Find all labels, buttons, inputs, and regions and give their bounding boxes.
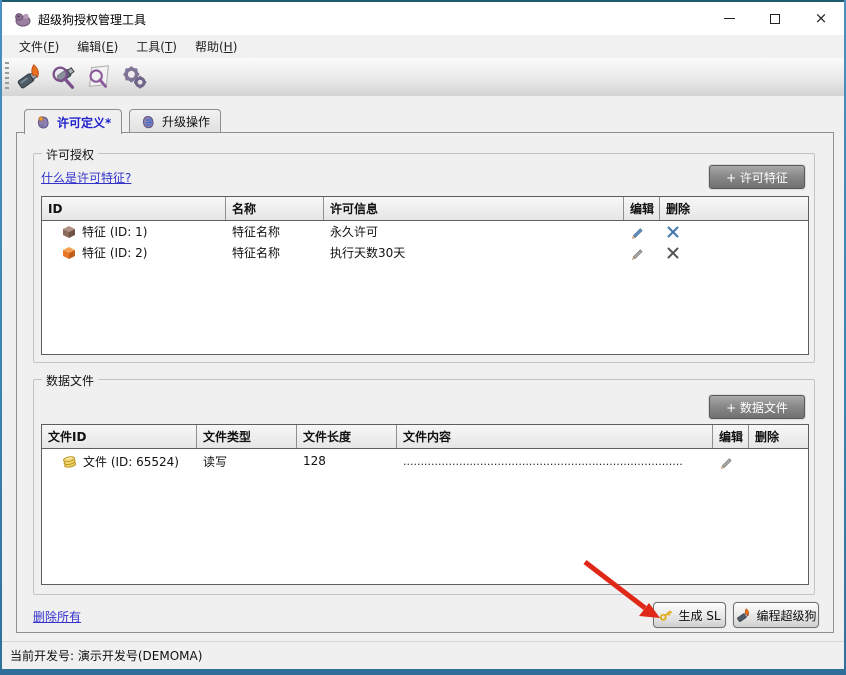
add-license-feature-button[interactable]: + 许可特征 (709, 165, 805, 189)
license-table: ID 名称 许可信息 编辑 删除 特征 (ID: 1) 特征名称 永久许可 (41, 196, 809, 355)
license-definition-panel: 许可授权 什么是许可特征? + 许可特征 ID 名称 许可信息 编辑 删除 特征 (16, 132, 834, 633)
feature-cube-orange-icon (62, 246, 76, 260)
maximize-button[interactable] (752, 2, 798, 35)
settings-gears-icon[interactable] (119, 62, 149, 92)
delete-feature-2-button[interactable] (660, 246, 808, 260)
upgrade-tab-dog-icon (140, 114, 157, 130)
feature-license-info: 执行天数30天 (324, 244, 624, 261)
data-file-table: 文件ID 文件类型 文件长度 文件内容 编辑 删除 (41, 424, 809, 585)
menu-bar: 文件(F) 编辑(E) 工具(T) 帮助(H) (2, 35, 844, 58)
add-data-file-button[interactable]: + 数据文件 (709, 395, 805, 419)
status-bar: 当前开发号: 演示开发号(DEMOMA) (2, 641, 844, 669)
feature-id: 特征 (ID: 2) (82, 244, 147, 261)
edit-data-file-button[interactable] (713, 454, 749, 469)
program-superdog-label: 编程超级狗 (756, 607, 816, 624)
feature-row-2[interactable]: 特征 (ID: 2) 特征名称 执行天数30天 (42, 242, 808, 263)
license-tab-dog-icon (35, 114, 52, 130)
delete-all-link[interactable]: 删除所有 (33, 608, 81, 625)
header-delete: 删除 (749, 425, 808, 448)
data-file-content: ........................................… (397, 455, 713, 468)
program-dog-icon[interactable] (14, 62, 44, 92)
feature-name: 特征名称 (226, 223, 324, 240)
header-edit: 编辑 (713, 425, 749, 448)
menu-tools[interactable]: 工具(T) (127, 35, 186, 58)
data-file-group-title: 数据文件 (42, 372, 98, 389)
edit-pencil-icon (630, 224, 645, 239)
toolbar-grip[interactable] (5, 62, 9, 92)
generate-sl-button[interactable]: 生成 SL (653, 602, 726, 628)
feature-cube-brown-icon (62, 225, 76, 239)
view-file-icon[interactable] (84, 62, 114, 92)
header-file-length: 文件长度 (297, 425, 397, 448)
tab-upgrade-label: 升级操作 (162, 113, 210, 130)
program-superdog-button[interactable]: 编程超级狗 (733, 602, 819, 628)
data-file-type: 读写 (197, 453, 297, 470)
minimize-icon (724, 18, 735, 19)
delete-x-icon (666, 225, 680, 239)
feature-license-info: 永久许可 (324, 223, 624, 240)
feature-row-1[interactable]: 特征 (ID: 1) 特征名称 永久许可 (42, 221, 808, 242)
license-table-header: ID 名称 许可信息 编辑 删除 (42, 197, 808, 221)
license-group-title: 许可授权 (42, 146, 98, 163)
header-delete: 删除 (660, 197, 808, 220)
window-title: 超级狗授权管理工具 (38, 11, 146, 28)
menu-edit[interactable]: 编辑(E) (68, 35, 127, 58)
edit-feature-1-button[interactable] (624, 224, 660, 239)
inspect-dog-icon[interactable] (49, 62, 79, 92)
delete-feature-1-button[interactable] (660, 225, 808, 239)
menu-help[interactable]: 帮助(H) (186, 35, 246, 58)
app-window: 超级狗授权管理工具 × 文件(F) 编辑(E) 工具(T) 帮助(H) (2, 0, 844, 667)
key-icon (658, 607, 674, 623)
current-developer-id: 当前开发号: 演示开发号(DEMOMA) (10, 647, 202, 664)
header-edit: 编辑 (624, 197, 660, 220)
generate-sl-label: 生成 SL (678, 607, 720, 624)
close-button[interactable]: × (798, 2, 844, 35)
data-file-coins-icon (62, 454, 77, 469)
header-file-type: 文件类型 (197, 425, 297, 448)
header-license-info: 许可信息 (324, 197, 624, 220)
header-name: 名称 (226, 197, 324, 220)
feature-id: 特征 (ID: 1) (82, 223, 147, 240)
tab-license-label: 许可定义* (57, 114, 111, 131)
header-id: ID (42, 197, 226, 220)
minimize-button[interactable] (706, 2, 752, 35)
delete-x-icon (666, 246, 680, 260)
maximize-icon (770, 14, 780, 24)
data-file-table-header: 文件ID 文件类型 文件长度 文件内容 编辑 删除 (42, 425, 808, 449)
feature-name: 特征名称 (226, 244, 324, 261)
toolbar (2, 58, 844, 96)
app-logo-dog-icon (14, 10, 32, 28)
data-file-length: 128 (297, 454, 397, 468)
tab-license-definition[interactable]: 许可定义* (24, 109, 122, 134)
edit-feature-2-button[interactable] (624, 245, 660, 260)
edit-pencil-icon (630, 245, 645, 260)
menu-file[interactable]: 文件(F) (10, 35, 68, 58)
data-file-id: 文件 (ID: 65524) (83, 453, 179, 470)
what-is-license-feature-link[interactable]: 什么是许可特征? (41, 169, 131, 186)
tab-upgrade-operation[interactable]: 升级操作 (129, 109, 221, 133)
header-file-content: 文件内容 (397, 425, 713, 448)
data-file-row-1[interactable]: 文件 (ID: 65524) 读写 128 ..................… (42, 449, 808, 473)
header-file-id: 文件ID (42, 425, 197, 448)
edit-pencil-icon (719, 454, 734, 469)
close-icon: × (815, 11, 828, 26)
program-dog-small-icon (735, 607, 752, 624)
titlebar: 超级狗授权管理工具 × (2, 2, 844, 35)
